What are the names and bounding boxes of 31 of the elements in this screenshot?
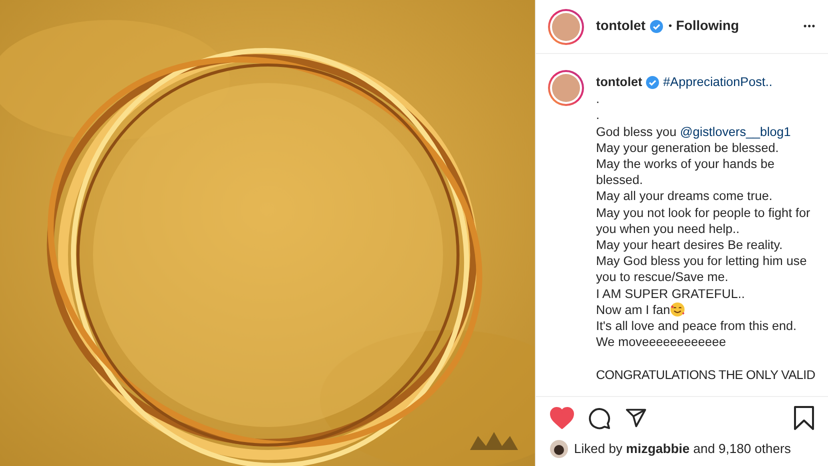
following-button[interactable]: Following: [676, 16, 740, 37]
caption-line: May all your dreams come true.: [596, 188, 774, 205]
avatar[interactable]: [548, 70, 584, 106]
caption-line: .: [596, 107, 600, 124]
caption-line: I AM SUPER GRATEFUL..: [596, 286, 746, 302]
like-button[interactable]: [550, 407, 574, 429]
caption-line: Now am I fan: [596, 302, 670, 318]
caption-username[interactable]: tontolet: [596, 74, 642, 90]
likes-summary: Liked by mizgabbie and 9,180 others: [574, 440, 791, 458]
caption-line: God bless you @gistlovers__blog1: [596, 124, 792, 140]
save-button[interactable]: [794, 406, 814, 430]
hashtag-link[interactable]: #AppreciationPost..: [663, 74, 772, 90]
caption-line: May your heart desires Be reality.: [596, 237, 784, 254]
mention-link[interactable]: @gistlovers__blog1: [680, 124, 791, 139]
comment-button[interactable]: [588, 406, 611, 430]
liker-avatar[interactable]: [550, 440, 568, 458]
caption-line: CONGRATULATIONS THE ONLY VALID: [596, 367, 816, 384]
separator-dot: •: [668, 20, 672, 34]
caption-line: May your generation be blessed.: [596, 140, 780, 156]
caption-line: May you not look for people to fight for you when you need help..: [596, 204, 812, 238]
share-button[interactable]: [625, 407, 647, 429]
caption-line: We moveeeeeeeeeeee: [596, 334, 728, 350]
caption-line: May the works of your hands be blessed.: [596, 156, 776, 188]
caption-line: .: [596, 91, 600, 108]
username[interactable]: tontolet: [596, 16, 646, 37]
smiling-face-icon: [670, 302, 686, 318]
caption-line: May God bless you for letting him use you to rescue/Save me.: [596, 253, 808, 286]
avatar[interactable]: [548, 8, 584, 44]
caption-line: It's all love and peace from this end.: [596, 318, 798, 334]
liker-username-link[interactable]: mizgabbie: [626, 441, 690, 456]
more-options-button[interactable]: •••: [804, 20, 816, 34]
